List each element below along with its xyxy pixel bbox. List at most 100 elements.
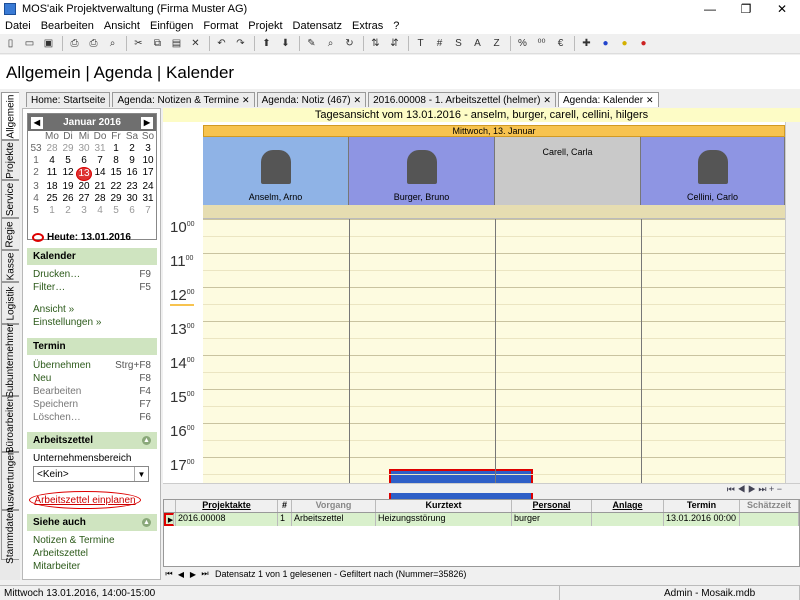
calendar-day[interactable]: 15 (108, 167, 124, 181)
time-grid[interactable] (203, 219, 785, 503)
today-button[interactable]: Heute: 13.01.2016 (32, 232, 131, 243)
menu-filter[interactable]: Filter… F5 (33, 282, 151, 293)
side-tab-allgemein[interactable]: Allgemein (1, 92, 19, 140)
calendar-day[interactable]: 12 (60, 167, 76, 181)
cut-icon[interactable]: ✂ (130, 35, 147, 52)
undo-icon[interactable]: ↶ (213, 35, 230, 52)
collapse-icon[interactable]: ▲ (142, 436, 151, 445)
calendar-day[interactable]: 7 (140, 205, 156, 217)
tab-notiz[interactable]: Agenda: Notiz (467) ✕ (256, 92, 367, 107)
prev-record-icon[interactable]: ◀ (175, 570, 187, 579)
close-tab-icon[interactable]: ✕ (242, 95, 250, 106)
menu-extras[interactable]: Extras (347, 20, 388, 32)
tab-home[interactable]: Home: Startseite (26, 92, 111, 107)
currency-icon[interactable]: € (552, 35, 569, 52)
decimal-icon[interactable]: ⁰⁰ (533, 35, 550, 52)
section-termin[interactable]: Termin (27, 338, 157, 355)
calendar-day[interactable]: 1 (108, 143, 124, 155)
calendar-day[interactable]: 17 (140, 167, 156, 181)
side-tab-subunternehmer[interactable]: Subunternehmer (1, 323, 19, 397)
find-icon[interactable]: ⌕ (322, 35, 339, 52)
calendar-day[interactable]: 29 (108, 193, 124, 205)
calendar-day[interactable]: 19 (60, 181, 76, 193)
last-record-icon[interactable]: ⏭ (199, 569, 211, 579)
calendar-day[interactable]: 10 (140, 155, 156, 167)
side-tab-stammdaten[interactable]: Stammdaten (1, 507, 19, 563)
unternehmensbereich-select[interactable]: <Kein> ▼ (33, 466, 149, 482)
text-s-icon[interactable]: S (450, 35, 467, 52)
resource-cellini[interactable]: Cellini, Carlo (641, 137, 785, 205)
user-red-icon[interactable]: ● (635, 35, 652, 52)
menu-bearbeiten[interactable]: Bearbeiten (36, 20, 99, 32)
calendar-day[interactable]: 29 (60, 143, 76, 155)
side-tab-logistik[interactable]: Logistik (1, 282, 19, 324)
col-termin[interactable]: Termin (664, 500, 740, 512)
horizontal-scrollbar[interactable]: ⏮ ◀ ▶ ⏭ + − (163, 483, 800, 495)
link-notizen-termine[interactable]: Notizen & Termine (33, 535, 151, 546)
new-document-icon[interactable]: ▯ (2, 35, 19, 52)
menu-uebernehmen[interactable]: Übernehmen Strg+F8 (33, 360, 151, 371)
close-tab-icon[interactable]: ✕ (354, 95, 362, 106)
side-tab-auswertungen[interactable]: Auswertungen (1, 449, 19, 513)
paste-icon[interactable]: ▤ (168, 35, 185, 52)
section-siehe-auch[interactable]: Siehe auch ▲ (27, 514, 157, 531)
col-anlage[interactable]: Anlage (592, 500, 664, 512)
calendar-day[interactable]: 16 (124, 167, 140, 181)
calendar-day[interactable]: 25 (44, 193, 60, 205)
side-tab-service[interactable]: Service (1, 180, 19, 218)
user-yellow-icon[interactable]: ● (616, 35, 633, 52)
delete-icon[interactable]: ✕ (187, 35, 204, 52)
calendar-day[interactable]: 31 (92, 143, 108, 155)
section-kalender[interactable]: Kalender (27, 248, 157, 265)
all-day-row[interactable] (203, 205, 785, 219)
menu-speichern[interactable]: Speichern F7 (33, 399, 151, 410)
percent-icon[interactable]: % (514, 35, 531, 52)
menu-neu[interactable]: Neu F8 (33, 373, 151, 384)
col-personal[interactable]: Personal (512, 500, 592, 512)
menu-loeschen[interactable]: Löschen… F6 (33, 412, 151, 423)
sort-ascending-icon[interactable]: ⇅ (367, 35, 384, 52)
day-nav-buttons[interactable]: ⏮ ◀ ▶ ⏭ + − (727, 484, 782, 495)
calendar-day[interactable]: 6 (124, 205, 140, 217)
copy-icon[interactable]: ⧉ (149, 35, 166, 52)
calendar-day[interactable]: 3 (76, 205, 92, 217)
link-arbeitszettel[interactable]: Arbeitszettel (33, 548, 151, 559)
calendar-day[interactable]: 2 (60, 205, 76, 217)
calendar-day[interactable]: 23 (124, 181, 140, 193)
side-tab-regie[interactable]: Regie (1, 218, 19, 250)
collapse-icon[interactable]: ▲ (142, 518, 151, 527)
menu-help[interactable]: ? (388, 20, 404, 32)
print-icon[interactable]: ⎙ (66, 35, 83, 52)
print-preview-icon[interactable]: ⎙ (85, 35, 102, 52)
resource-burger[interactable]: Burger, Bruno (349, 137, 495, 205)
side-tab-projekte[interactable]: Projekte (1, 140, 19, 180)
side-tab-kasse[interactable]: Kasse (1, 250, 19, 282)
link-mitarbeiter[interactable]: Mitarbeiter (33, 561, 151, 572)
col-vorgang[interactable]: Vorgang (292, 500, 376, 512)
side-tab-bueroarbeiten[interactable]: Büroarbeiten (1, 395, 19, 453)
pen-icon[interactable]: ✎ (303, 35, 320, 52)
arbeitszettel-einplanen-link[interactable]: Arbeitszettel einplanen (29, 491, 141, 509)
row-selector[interactable]: ▶ (164, 513, 176, 526)
calendar-day[interactable]: 28 (92, 193, 108, 205)
calendar-day[interactable]: 30 (124, 193, 140, 205)
menu-einstellungen[interactable]: Einstellungen » (33, 317, 151, 328)
menu-ansicht[interactable]: Ansicht (99, 20, 145, 32)
col-schaetzzeit[interactable]: Schätzzeit (740, 500, 799, 512)
menu-ansicht-link[interactable]: Ansicht » (33, 304, 151, 315)
calendar-day[interactable]: 7 (92, 155, 108, 167)
tab-kalender[interactable]: Agenda: Kalender ✕ (557, 92, 659, 107)
col-nr[interactable]: # (278, 500, 292, 512)
save-icon[interactable]: ▣ (40, 35, 57, 52)
calendar-day[interactable]: 26 (60, 193, 76, 205)
resource-anselm[interactable]: Anselm, Arno (203, 137, 349, 205)
prev-month-button[interactable]: ◀ (31, 116, 43, 129)
user-blue-icon[interactable]: ● (597, 35, 614, 52)
calendar-day[interactable]: 6 (76, 155, 92, 167)
col-projektakte[interactable]: Projektakte (176, 500, 278, 512)
tab-arbeitszettel[interactable]: 2016.00008 - 1. Arbeitszettel (helmer) ✕ (368, 92, 556, 107)
close-icon[interactable]: ✕ (764, 2, 800, 16)
calendar-day[interactable]: 22 (108, 181, 124, 193)
calendar-day[interactable]: 5 (108, 205, 124, 217)
calendar-day[interactable]: 3 (140, 143, 156, 155)
